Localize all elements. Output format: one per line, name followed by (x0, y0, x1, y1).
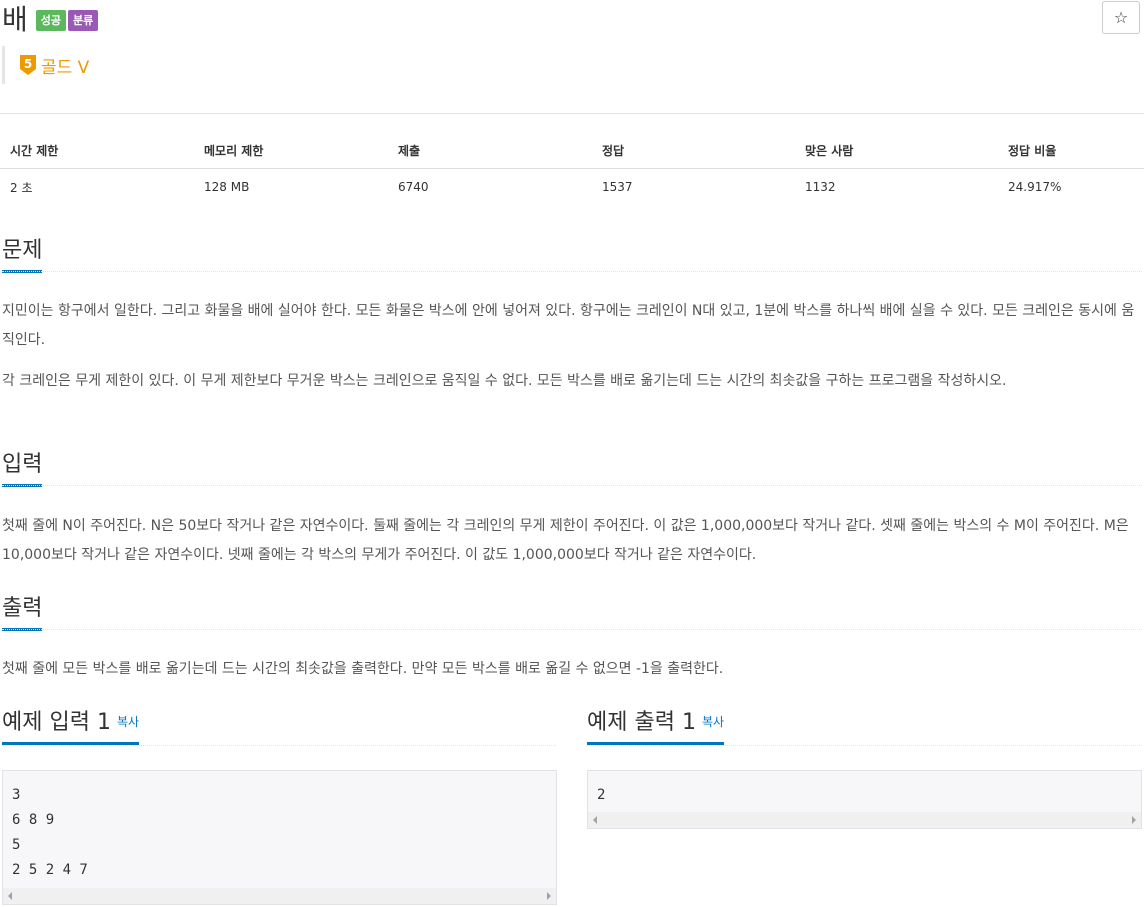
sample-input-header: 예제 입력 1 복사 (2, 705, 556, 747)
sample-output-box[interactable]: 2 (587, 770, 1142, 829)
divider (2, 271, 1142, 272)
table-row: 2 초 128 MB 6740 1537 1132 24.917% (0, 169, 1144, 206)
table-header-row: 시간 제한 메모리 제한 제출 정답 맞은 사람 정답 비율 (0, 133, 1144, 169)
scroll-right-icon[interactable] (1132, 816, 1136, 824)
ratio-header: 정답 비율 (998, 133, 1144, 169)
problem-section-title: 문제 (2, 236, 43, 273)
sample-input-content: 3 6 8 9 5 2 5 2 4 7 (12, 787, 88, 878)
ratio-value: 24.917% (1008, 180, 1062, 194)
category-badge[interactable]: 분류 (68, 9, 99, 31)
problem-description: 지민이는 항구에서 일한다. 그리고 화물을 배에 실어야 한다. 모든 화물은… (2, 303, 1135, 348)
sample-output-header: 예제 출력 1 복사 (587, 705, 1142, 747)
divider (2, 745, 556, 746)
horizontal-scrollbar[interactable] (3, 888, 556, 904)
input-description: 첫째 줄에 N이 주어진다. N은 50보다 작거나 같은 자연수이다. 둘째 … (2, 518, 1129, 563)
submissions-header: 제출 (388, 133, 592, 169)
submissions-value[interactable]: 6740 (388, 169, 592, 206)
divider (0, 113, 1144, 114)
scroll-left-icon[interactable] (8, 892, 12, 900)
divider (587, 745, 1142, 746)
solvers-header: 맞은 사람 (795, 133, 998, 169)
output-section-header: 출력 (2, 594, 1142, 631)
memory-limit-header: 메모리 제한 (194, 133, 388, 169)
sample-output-title: 예제 출력 1 (587, 710, 696, 735)
output-description: 첫째 줄에 모든 박스를 배로 옮기는데 드는 시간의 최솟값을 출력한다. 만… (2, 661, 724, 677)
solvers-value[interactable]: 1132 (795, 169, 998, 206)
sample-input-box[interactable]: 3 6 8 9 5 2 5 2 4 7 (2, 770, 557, 905)
divider (2, 485, 1142, 486)
star-icon: ☆ (1113, 8, 1129, 27)
scroll-right-icon[interactable] (547, 892, 551, 900)
copy-sample-output-link[interactable]: 복사 (702, 715, 724, 729)
sample-input-title: 예제 입력 1 (2, 710, 111, 735)
time-limit-value: 2 초 (10, 180, 33, 195)
tier-row: 5 골드 V (2, 46, 89, 84)
divider (2, 629, 1142, 630)
output-section-title: 출력 (2, 594, 43, 631)
scroll-left-icon[interactable] (593, 816, 597, 824)
problem-description: 각 크레인은 무게 제한이 있다. 이 무게 제한보다 무거운 박스는 크레인으… (2, 373, 1007, 389)
problem-page: 배 성공 분류 ☆ 5 골드 V 시간 제한 메모리 제한 제출 정답 맞은 사… (0, 0, 1144, 907)
problem-section-header: 문제 (2, 236, 1142, 273)
accepted-value[interactable]: 1537 (592, 169, 795, 206)
accepted-header: 정답 (592, 133, 795, 169)
tier-icon: 5 (20, 55, 36, 75)
memory-limit-value: 128 MB (204, 180, 250, 194)
star-button[interactable]: ☆ (1102, 1, 1140, 34)
copy-sample-input-link[interactable]: 복사 (117, 715, 139, 729)
time-limit-header: 시간 제한 (0, 133, 194, 169)
problem-title: 배 (2, 3, 28, 36)
input-section-header: 입력 (2, 450, 1142, 487)
svg-text:5: 5 (24, 57, 32, 71)
sample-output-content: 2 (597, 787, 606, 803)
success-badge[interactable]: 성공 (35, 9, 67, 31)
problem-info-table: 시간 제한 메모리 제한 제출 정답 맞은 사람 정답 비율 2 초 128 M… (0, 133, 1144, 205)
input-section-title: 입력 (2, 450, 43, 487)
title-row: 배 성공 분류 (2, 2, 100, 38)
tier-label[interactable]: 골드 V (41, 53, 89, 78)
horizontal-scrollbar[interactable] (588, 812, 1141, 828)
